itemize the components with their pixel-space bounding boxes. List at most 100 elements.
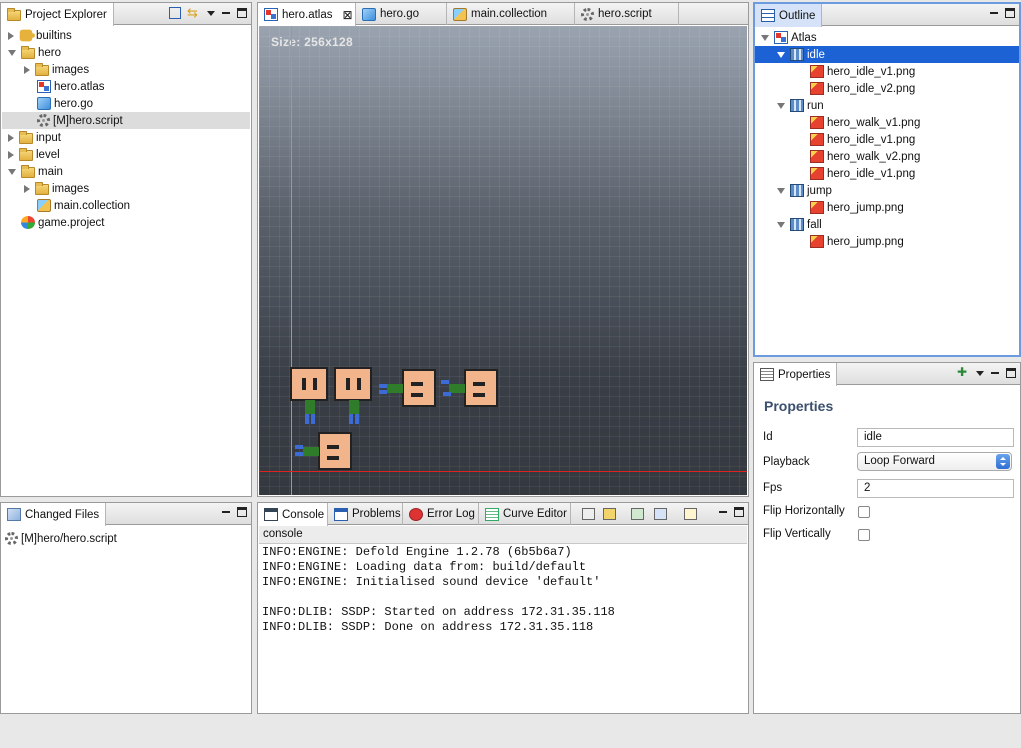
tab-hero-atlas[interactable]: hero.atlas ⊠ [258, 3, 356, 26]
open-console-icon[interactable] [684, 508, 697, 520]
outline-animation-fall[interactable]: fall [755, 216, 1019, 233]
tab-project-explorer[interactable]: Project Explorer [1, 3, 114, 26]
collapse-arrow-icon[interactable] [777, 187, 785, 194]
explorer-item[interactable]: images [2, 61, 250, 78]
collapse-arrow-icon[interactable] [761, 34, 769, 41]
expand-arrow-icon[interactable] [8, 31, 14, 40]
console-panel: Console Problems Error Log Curve Editor … [257, 502, 749, 714]
flip-horizontally-checkbox[interactable] [858, 506, 870, 518]
expand-arrow-icon[interactable] [24, 65, 30, 74]
tab-label: main.collection [471, 8, 548, 20]
atlas-icon [774, 31, 788, 44]
tab-outline[interactable]: Outline [755, 4, 823, 27]
minimize-icon[interactable] [989, 8, 999, 18]
atlas-editor-panel: hero.atlas ⊠ hero.go main.collection her… [257, 2, 749, 497]
tab-label: Console [282, 508, 325, 521]
link-with-editor-icon[interactable]: ⇆ [187, 6, 201, 19]
flip-vertically-checkbox[interactable] [858, 529, 870, 541]
tab-hero-go[interactable]: hero.go [356, 3, 447, 25]
pin-console-icon[interactable] [631, 508, 644, 520]
tab-main-collection[interactable]: main.collection [447, 3, 575, 25]
explorer-item[interactable]: hero.go [2, 95, 250, 112]
playback-select[interactable]: Loop Forward [857, 452, 1012, 471]
outline-image[interactable]: hero_idle_v1.png [755, 131, 1019, 148]
sprite-hero-jump[interactable] [295, 432, 352, 470]
scroll-lock-icon[interactable] [603, 508, 616, 520]
clear-console-icon[interactable] [582, 508, 595, 520]
atlas-scene-view[interactable]: Size: 256x128 [259, 26, 747, 495]
explorer-item[interactable]: [M]hero.script [2, 112, 250, 129]
minimize-icon[interactable] [221, 8, 231, 18]
explorer-item[interactable]: input [2, 129, 250, 146]
explorer-item[interactable]: main.collection [2, 197, 250, 214]
expand-arrow-icon[interactable] [8, 133, 14, 142]
explorer-item[interactable]: level [2, 146, 250, 163]
outline-image[interactable]: hero_walk_v1.png [755, 114, 1019, 131]
sprite-hero-idle-v2[interactable] [334, 367, 372, 424]
collapse-arrow-icon[interactable] [777, 51, 785, 58]
console-icon [264, 508, 278, 521]
console-line: INFO:DLIB: SSDP: Done on address 172.31.… [262, 620, 594, 634]
fps-field[interactable]: 2 [857, 479, 1014, 498]
tab-changed-files[interactable]: Changed Files [1, 503, 107, 526]
tab-hero-script[interactable]: hero.script [575, 3, 679, 25]
expand-arrow-icon[interactable] [8, 150, 14, 159]
id-field[interactable]: idle [857, 428, 1014, 447]
close-icon[interactable]: ⊠ [343, 8, 353, 22]
maximize-icon[interactable] [1006, 368, 1016, 378]
maximize-icon[interactable] [237, 8, 247, 18]
view-menu-chevron-icon[interactable] [207, 10, 215, 16]
tab-error-log[interactable]: Error Log [403, 503, 479, 525]
outline-animation-idle[interactable]: idle [755, 46, 1019, 63]
collapse-arrow-icon[interactable] [8, 49, 16, 56]
explorer-item[interactable]: game.project [2, 214, 250, 231]
outline-panel: Outline Atlas idle hero_idle_v1.png hero_id… [753, 2, 1021, 357]
minimize-icon[interactable] [990, 368, 1000, 378]
sprite-hero-walk-v1[interactable] [379, 369, 436, 407]
minimize-icon[interactable] [718, 507, 728, 517]
expand-arrow-icon[interactable] [24, 184, 30, 193]
tree-item-label: hero_walk_v2.png [827, 150, 921, 163]
sprite-hero-walk-v2[interactable] [441, 369, 498, 407]
view-menu-chevron-icon[interactable] [976, 370, 984, 376]
tab-console[interactable]: Console [258, 503, 328, 526]
outline-image[interactable]: hero_jump.png [755, 199, 1019, 216]
explorer-item[interactable]: builtins [2, 27, 250, 44]
collapse-all-icon[interactable] [169, 7, 181, 19]
outline-image[interactable]: hero_idle_v2.png [755, 80, 1019, 97]
project-explorer-tree: builtins hero images hero.atlas hero.go [M]he… [2, 27, 250, 495]
console-window-buttons [718, 507, 744, 517]
maximize-icon[interactable] [237, 507, 247, 517]
console-line: INFO:ENGINE: Loading data from: build/de… [262, 560, 587, 574]
atlas-sprites [290, 367, 498, 470]
tab-properties[interactable]: Properties [754, 363, 838, 386]
tab-curve-editor[interactable]: Curve Editor [479, 503, 571, 525]
explorer-item[interactable]: main [2, 163, 250, 180]
minimize-icon[interactable] [221, 507, 231, 517]
collapse-arrow-icon[interactable] [8, 168, 16, 175]
tab-problems[interactable]: Problems [328, 503, 403, 525]
collapse-arrow-icon[interactable] [777, 102, 785, 109]
outline-image[interactable]: hero_idle_v1.png [755, 165, 1019, 182]
outline-atlas-root[interactable]: Atlas [755, 29, 1019, 46]
explorer-item[interactable]: hero [2, 44, 250, 61]
tree-item-label: jump [807, 184, 832, 197]
outline-image[interactable]: hero_walk_v2.png [755, 148, 1019, 165]
outline-image[interactable]: hero_idle_v1.png [755, 63, 1019, 80]
display-console-icon[interactable] [654, 508, 667, 520]
playback-selected-value: Loop Forward [864, 455, 935, 467]
list-item[interactable]: [M]hero/hero.script [5, 530, 251, 547]
outline-animation-jump[interactable]: jump [755, 182, 1019, 199]
outline-image[interactable]: hero_jump.png [755, 233, 1019, 250]
outline-animation-run[interactable]: run [755, 97, 1019, 114]
maximize-icon[interactable] [1005, 8, 1015, 18]
console-output[interactable]: INFO:ENGINE: Defold Engine 1.2.78 (6b5b6… [262, 545, 615, 635]
image-icon [810, 133, 824, 146]
explorer-item[interactable]: images [2, 180, 250, 197]
sprite-hero-idle-v1[interactable] [290, 367, 328, 424]
maximize-icon[interactable] [734, 507, 744, 517]
pin-icon[interactable]: ✚ [957, 366, 970, 379]
collapse-arrow-icon[interactable] [777, 221, 785, 228]
tree-item-label: hero_jump.png [827, 235, 904, 248]
explorer-item[interactable]: hero.atlas [2, 78, 250, 95]
